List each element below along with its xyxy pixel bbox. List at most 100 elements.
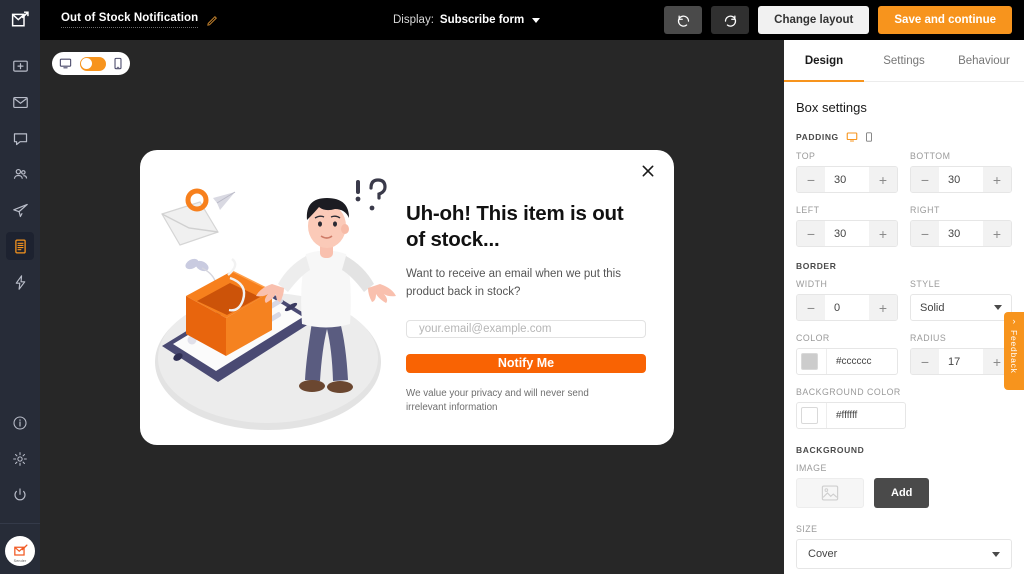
feedback-tab[interactable]: › Feedback: [1004, 312, 1024, 390]
panel-title: Box settings: [796, 100, 867, 115]
redo-button[interactable]: [711, 6, 750, 34]
border-color-swatch[interactable]: [801, 353, 818, 370]
sidebar-item-messages[interactable]: [6, 124, 34, 152]
display-label: Display:: [393, 14, 434, 26]
change-layout-button[interactable]: Change layout: [758, 6, 870, 34]
header-actions: Change layout Save and continue: [664, 0, 1012, 40]
padding-bottom-value[interactable]: 30: [939, 167, 983, 192]
padding-bottom-increment[interactable]: +: [983, 167, 1011, 192]
sidebar-item-dashboard[interactable]: [6, 52, 34, 80]
chevron-right-icon: ›: [1012, 316, 1016, 326]
device-preview-toggle[interactable]: [52, 52, 130, 75]
sidebar-item-subscribers[interactable]: [6, 160, 34, 188]
image-placeholder-icon: [821, 485, 839, 501]
background-size-value: Cover: [808, 548, 838, 560]
chevron-down-icon[interactable]: [532, 17, 541, 23]
device-toggle-switch[interactable]: [79, 56, 106, 71]
padding-top-stepper[interactable]: − 30 +: [796, 166, 898, 193]
chat-icon: [13, 132, 27, 145]
padding-top-value[interactable]: 30: [825, 167, 869, 192]
border-color-picker[interactable]: #cccccc: [796, 348, 898, 375]
tab-settings[interactable]: Settings: [864, 40, 944, 81]
border-style-label: STYLE: [910, 279, 941, 289]
audience-icon: [13, 168, 27, 179]
padding-bottom-decrement[interactable]: −: [911, 167, 939, 192]
border-width-value[interactable]: 0: [825, 295, 869, 320]
sidebar-item-automation[interactable]: [6, 196, 34, 224]
padding-top-decrement[interactable]: −: [797, 167, 825, 192]
sidebar-item-forms[interactable]: [6, 232, 34, 260]
lightning-icon: [15, 274, 25, 290]
document-title[interactable]: Out of Stock Notification: [61, 12, 199, 28]
illustration: [140, 150, 398, 445]
design-panel: Design Settings Behaviour Box settings P…: [784, 40, 1024, 574]
out-of-stock-shrugging-man-illustration: [155, 178, 396, 430]
left-nav-rail: Sender: [0, 40, 40, 574]
app-logo[interactable]: [0, 0, 40, 40]
border-color-label: COLOR: [796, 333, 830, 343]
padding-bottom-field: BOTTOM − 30 +: [910, 151, 1012, 193]
background-color-swatch[interactable]: [801, 407, 818, 424]
background-color-value[interactable]: #ffffff: [826, 403, 905, 428]
padding-left-label: LEFT: [796, 205, 820, 215]
account-avatar[interactable]: Sender: [5, 536, 35, 566]
padding-left-decrement[interactable]: −: [797, 221, 825, 246]
padding-right-decrement[interactable]: −: [911, 221, 939, 246]
border-width-decrement[interactable]: −: [797, 295, 825, 320]
add-image-button[interactable]: Add: [874, 478, 930, 508]
padding-left-value[interactable]: 30: [825, 221, 869, 246]
padding-right-increment[interactable]: +: [983, 221, 1011, 246]
email-input[interactable]: [406, 319, 646, 339]
padding-top-label: TOP: [796, 151, 816, 161]
border-width-stepper[interactable]: − 0 +: [796, 294, 898, 321]
background-size-select[interactable]: Cover: [796, 539, 1012, 569]
undo-button[interactable]: [664, 6, 703, 34]
display-selector[interactable]: Display: Subscribe form: [393, 0, 541, 40]
paper-plane-icon: [12, 203, 28, 217]
border-radius-stepper[interactable]: − 17 +: [910, 348, 1012, 375]
padding-left-stepper[interactable]: − 30 +: [796, 220, 898, 247]
border-color-value[interactable]: #cccccc: [826, 349, 897, 374]
padding-left-increment[interactable]: +: [869, 221, 897, 246]
border-radius-field: RADIUS − 17 +: [910, 333, 1012, 375]
close-icon[interactable]: [640, 163, 656, 179]
redo-icon: [724, 15, 736, 27]
mobile-phone-icon[interactable]: [865, 131, 873, 143]
border-style-select[interactable]: Solid: [910, 294, 1012, 321]
form-heading: Uh-oh! This item is out of stock...: [406, 202, 624, 252]
form-body: Uh-oh! This item is out of stock... Want…: [398, 150, 674, 445]
document-title-group[interactable]: Out of Stock Notification: [61, 12, 219, 28]
tab-design[interactable]: Design: [784, 40, 864, 82]
padding-right-stepper[interactable]: − 30 +: [910, 220, 1012, 247]
tab-behaviour[interactable]: Behaviour: [944, 40, 1024, 81]
border-width-label: WIDTH: [796, 279, 828, 289]
sidebar-item-campaigns[interactable]: [6, 88, 34, 116]
border-group-label: BORDER: [796, 261, 837, 271]
padding-right-field: RIGHT − 30 +: [910, 205, 1012, 247]
padding-right-label: RIGHT: [910, 205, 940, 215]
sender-envelope-arrow-icon: [11, 10, 29, 26]
padding-right-value[interactable]: 30: [939, 221, 983, 246]
mobile-phone-icon[interactable]: [113, 57, 123, 70]
subscribe-form-preview[interactable]: Uh-oh! This item is out of stock... Want…: [140, 150, 674, 445]
sidebar-item-integrations[interactable]: [6, 268, 34, 296]
desktop-monitor-icon[interactable]: [846, 131, 858, 143]
border-width-increment[interactable]: +: [869, 295, 897, 320]
sidebar-item-logout[interactable]: [6, 481, 34, 509]
display-value[interactable]: Subscribe form: [440, 14, 524, 26]
background-color-picker[interactable]: #ffffff: [796, 402, 906, 429]
padding-top-increment[interactable]: +: [869, 167, 897, 192]
pencil-icon[interactable]: [206, 14, 219, 27]
notify-me-button[interactable]: Notify Me: [406, 354, 646, 373]
background-image-dropzone[interactable]: [796, 478, 864, 508]
border-radius-decrement[interactable]: −: [911, 349, 939, 374]
form-subtext: Want to receive an email when we put thi…: [406, 268, 621, 298]
save-and-continue-button[interactable]: Save and continue: [878, 6, 1012, 34]
sidebar-item-help[interactable]: [6, 409, 34, 437]
padding-bottom-label: BOTTOM: [910, 151, 951, 161]
padding-top-field: TOP − 30 +: [796, 151, 898, 193]
desktop-monitor-icon[interactable]: [59, 57, 72, 70]
padding-bottom-stepper[interactable]: − 30 +: [910, 166, 1012, 193]
border-radius-value[interactable]: 17: [939, 349, 983, 374]
sidebar-item-settings[interactable]: [6, 445, 34, 473]
